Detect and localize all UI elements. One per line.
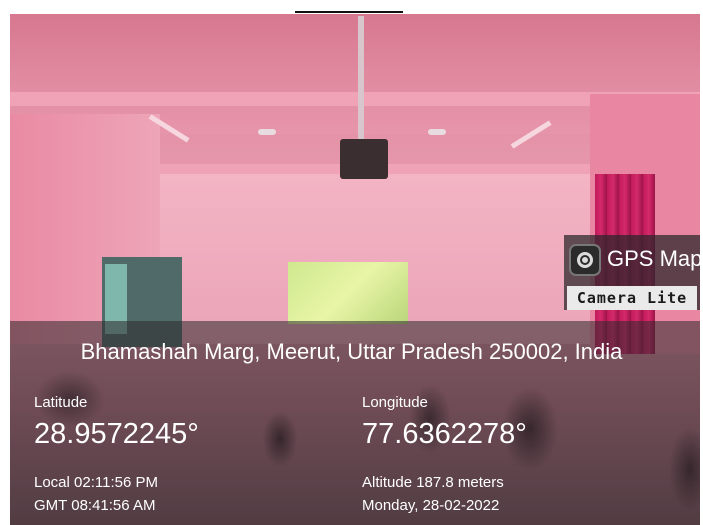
projector-mount xyxy=(358,16,364,146)
latitude-label: Latitude xyxy=(34,394,88,411)
longitude-value: 77.6362278° xyxy=(362,418,527,450)
longitude-label: Longitude xyxy=(362,394,428,411)
photo-frame: GPS Map Camera Lite Bhamashah Marg, Meer… xyxy=(0,0,703,525)
ceiling-fan xyxy=(258,129,276,135)
top-underline xyxy=(295,11,403,13)
badge-subtitle: Camera Lite xyxy=(567,286,697,310)
badge-title: GPS Map xyxy=(607,246,703,271)
latitude-value: 28.9572245° xyxy=(34,418,199,450)
local-time: Local 02:11:56 PM xyxy=(34,474,158,491)
ceiling-fan xyxy=(428,129,446,135)
date: Monday, 28-02-2022 xyxy=(362,497,500,514)
address: Bhamashah Marg, Meerut, Uttar Pradesh 25… xyxy=(80,339,623,364)
gps-camera-icon xyxy=(569,244,601,276)
altitude: Altitude 187.8 meters xyxy=(362,474,504,491)
projection-screen xyxy=(288,262,408,324)
projector xyxy=(340,139,388,179)
top-bar xyxy=(0,0,703,14)
gmt-time: GMT 08:41:56 AM xyxy=(34,497,156,514)
